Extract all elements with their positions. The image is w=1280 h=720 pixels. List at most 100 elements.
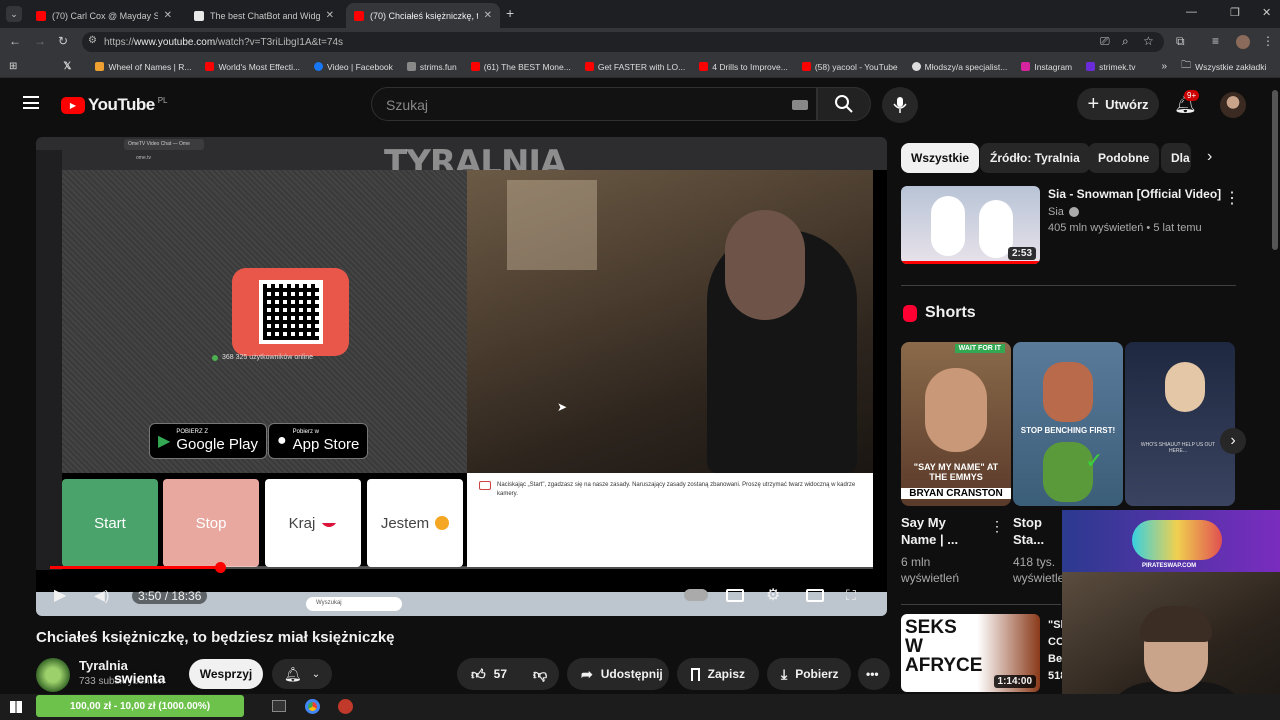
close-window-icon[interactable]: ✕ — [1262, 6, 1271, 19]
video-player[interactable]: OmeTV Video Chat — Ome ome.tv TYRALNIA 3… — [36, 137, 887, 616]
search-button[interactable] — [817, 87, 871, 121]
youtube-header: ▶ YouTube PL Szukaj + Utwórz 🔔︎ 9+ — [0, 78, 1280, 130]
browser-tab[interactable]: The best ChatBot and Widgets ✕ — [186, 3, 342, 28]
new-tab-icon[interactable]: + — [506, 5, 514, 21]
profile-avatar[interactable] — [1236, 35, 1250, 49]
close-tab-icon[interactable]: ✕ — [484, 10, 492, 21]
bookmark-item[interactable]: strimek.tv — [1086, 62, 1136, 72]
zoom-icon[interactable]: ⌕ — [1122, 34, 1129, 49]
keyboard-icon[interactable] — [792, 100, 808, 110]
save-button[interactable]: Zapisz — [677, 658, 759, 690]
country-button[interactable]: Kraj — [265, 479, 361, 567]
volume-icon[interactable]: ◀) — [94, 587, 109, 604]
all-bookmarks-folder[interactable]: 🗀 Wszystkie zakładki — [1181, 58, 1266, 75]
more-bookmarks-chevron-icon[interactable]: » — [1162, 61, 1168, 72]
bookmark-item[interactable]: World's Most Effecti... — [205, 62, 300, 72]
bookmark-item[interactable]: strims.fun — [406, 62, 457, 72]
gender-button[interactable]: Jestem — [367, 479, 463, 567]
chip-for-you[interactable]: Dla — [1161, 143, 1191, 173]
stream-name-overlay: swienta — [114, 670, 166, 686]
close-tab-icon[interactable]: ✕ — [164, 10, 172, 21]
channel-avatar[interactable] — [36, 658, 70, 692]
bookmark-item[interactable]: Wheel of Names | R... — [95, 62, 191, 72]
apps-grid-icon[interactable]: ⊞ — [9, 61, 17, 72]
extensions-icon[interactable]: ⧉ — [1176, 34, 1185, 49]
subtitles-icon[interactable] — [726, 588, 744, 602]
windows-taskbar: 100,00 zł - 10,00 zł (1000.00%) — [0, 694, 1280, 720]
shorts-next-button[interactable]: › — [1220, 428, 1246, 454]
youtube-logo[interactable]: ▶ YouTube PL — [61, 95, 168, 115]
browser-tab[interactable]: (70) Carl Cox @ Mayday Sonic ✕ — [28, 3, 180, 28]
create-button[interactable]: + Utwórz — [1077, 88, 1159, 120]
short-card[interactable]: WAIT FOR IT "SAY MY NAME" AT THE EMMYS B… — [901, 342, 1011, 506]
sidebar-scrollbar[interactable] — [1272, 90, 1278, 250]
x-bookmark-icon[interactable]: 𝕏 — [63, 61, 71, 72]
tab-search-icon[interactable]: ⌄ — [6, 6, 22, 22]
hamburger-menu-icon[interactable] — [23, 96, 39, 109]
bookmark-item[interactable]: Młodszy/a specjalist... — [911, 62, 1007, 72]
back-icon[interactable]: ← — [9, 34, 21, 48]
short-card[interactable]: WHO'S SHIAUU? HELP US OUT HERE... — [1125, 342, 1235, 506]
star-bookmark-icon[interactable]: ☆ — [1143, 34, 1154, 48]
play-icon[interactable]: ▶ — [54, 585, 66, 605]
subscribe-bell-button[interactable]: 🔔︎ ⌄ — [272, 659, 332, 689]
restore-icon[interactable]: ❐ — [1230, 6, 1240, 19]
bookmark-item[interactable]: Video | Facebook — [314, 62, 393, 72]
chip-all[interactable]: Wszystkie — [901, 143, 980, 173]
rec-video-title[interactable]: Sia - Snowman [Official Video] — [1048, 187, 1221, 201]
miniplayer-icon[interactable] — [806, 588, 824, 602]
minimize-icon[interactable]: — — [1186, 6, 1197, 18]
share-button[interactable]: ➦ Udostępnij — [567, 658, 669, 690]
voice-search-button[interactable] — [882, 87, 918, 123]
bookmark-item[interactable]: Instagram — [1021, 62, 1072, 72]
address-bar[interactable]: ⚙ https://www.youtube.com/watch?v=T3riLi… — [82, 32, 1164, 52]
stop-button[interactable]: Stop — [163, 479, 259, 567]
cast-icon[interactable]: ⎚ — [1100, 34, 1110, 49]
progress-bar[interactable] — [50, 566, 873, 569]
like-button[interactable]: 👍︎ 57 — [457, 658, 523, 690]
google-play-badge[interactable]: ▶ POBIERZ Z Google Play — [149, 423, 268, 459]
reload-icon[interactable]: ↻ — [58, 34, 68, 48]
start-button[interactable]: Start — [62, 479, 158, 567]
more-button[interactable]: ••• — [858, 658, 890, 690]
bookmark-item[interactable]: Get FASTER with LO... — [584, 62, 685, 72]
short-title[interactable]: Stop Sta... With Ben... — [1013, 514, 1065, 548]
chip-source[interactable]: Źródło: Tyralnia — [980, 143, 1090, 173]
short-more-icon[interactable]: ⋮ — [990, 518, 1004, 535]
media-icon[interactable]: ≡ — [1212, 34, 1219, 48]
app-icon[interactable] — [338, 699, 353, 714]
bookmark-item[interactable]: 4 Drills to Improve... — [699, 62, 788, 72]
support-button[interactable]: Wesprzyj — [189, 659, 263, 689]
bookmark-item[interactable]: (61) The BEST Mone... — [470, 61, 571, 72]
bookmark-label: Instagram — [1034, 61, 1073, 72]
scrubber-handle[interactable] — [214, 562, 226, 573]
search-input[interactable]: Szukaj — [371, 87, 817, 121]
download-button[interactable]: ⤓ Pobierz — [767, 658, 851, 690]
bookmark-label: (61) The BEST Mone... — [483, 61, 571, 72]
autoplay-toggle-icon[interactable] — [684, 589, 708, 601]
settings-gear-icon[interactable]: ⚙ — [766, 585, 780, 605]
menu-dots-icon[interactable]: ⋮ — [1262, 34, 1274, 48]
chip-related[interactable]: Podobne — [1088, 143, 1160, 173]
fullscreen-icon[interactable]: ⛶ — [846, 587, 856, 604]
browser-tab-active[interactable]: (70) Chciałeś księżniczkę, to bę ✕ — [346, 3, 500, 28]
inner-url: ome.tv — [136, 155, 152, 161]
chrome-icon[interactable] — [305, 699, 320, 714]
chips-next-chevron-icon[interactable]: › — [1207, 148, 1212, 166]
notifications-button[interactable]: 🔔︎ 9+ — [1174, 90, 1200, 115]
forward-icon[interactable]: → — [34, 34, 46, 48]
short-card[interactable]: STOP BENCHING FIRST! ✓ — [1013, 342, 1123, 506]
video-thumbnail[interactable]: 2:53 — [901, 186, 1040, 264]
more-actions-icon[interactable]: ⋮ — [1224, 188, 1240, 208]
site-info-icon[interactable]: ⚙ — [88, 35, 97, 46]
account-avatar[interactable] — [1220, 92, 1246, 118]
rec-channel-row[interactable]: Sia — [1048, 206, 1079, 218]
bookmark-item[interactable]: (58) yacool - YouTube — [801, 62, 898, 72]
short-title[interactable]: Say My Name | ... — [901, 514, 981, 548]
close-tab-icon[interactable]: ✕ — [326, 10, 334, 21]
dislike-button[interactable]: 👎︎ — [523, 658, 559, 690]
terminal-icon[interactable] — [272, 700, 286, 712]
video-thumbnail[interactable]: SEKS W AFRYCE 1:14:00 — [901, 614, 1040, 692]
windows-start-icon[interactable] — [10, 701, 22, 713]
app-store-badge[interactable]: ● Pobierz w App Store — [268, 423, 369, 459]
